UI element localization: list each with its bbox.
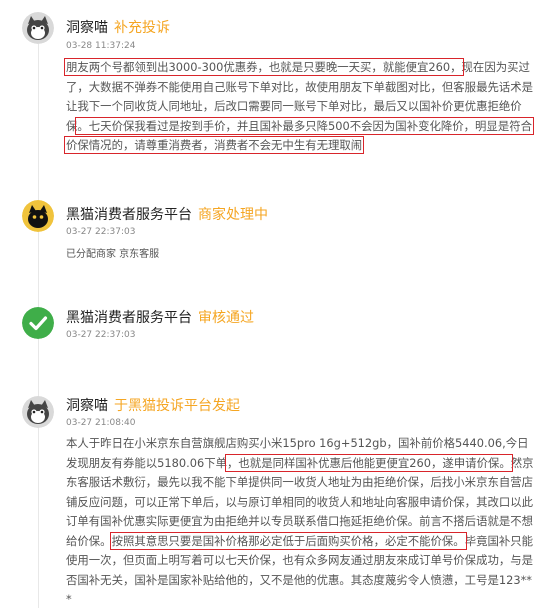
- username: 洞察喵: [66, 398, 108, 414]
- entry-header: 洞察喵 于黑猫投诉平台发起: [66, 395, 240, 415]
- status-label: 审核通过: [198, 310, 254, 326]
- username: 黑猫消费者服务平台: [66, 207, 192, 223]
- username: 黑猫消费者服务平台: [66, 310, 192, 326]
- avatar-cat-white: [22, 396, 54, 428]
- timestamp: 03-27 22:37:03: [66, 227, 136, 237]
- status-label: 补充投诉: [114, 20, 170, 36]
- timestamp: 03-27 21:08:40: [66, 418, 136, 428]
- complaint-text: 本人于昨日在小米京东自营旗舰店购买小米15pro 16g+512gb，国补前价格…: [66, 434, 536, 610]
- highlight-box: 朋友两个号都领到出3000-300优惠券，也就是只要晚一天买，就能便宜260，: [64, 58, 464, 76]
- avatar-cat-white: [22, 12, 54, 44]
- highlight-box: 按照其意思只要是国补价格那必定低于后面购买价格，必定不能价保。: [109, 531, 467, 550]
- entry-header: 黑猫消费者服务平台 审核通过: [66, 307, 254, 327]
- entry-header: 洞察喵 补充投诉: [66, 17, 170, 37]
- highlight-box: 。七天价保我看过是按到手价，并且国补最多只降500不会因为国补变化降价，明显是符…: [64, 116, 534, 154]
- assigned-merchant-text: 已分配商家 京东客服: [66, 249, 160, 260]
- username: 洞察喵: [66, 20, 108, 36]
- status-label: 于黑猫投诉平台发起: [114, 398, 240, 414]
- highlight-box: ，也就是同样国补优惠后他能更便宜260，遂申请价保。: [225, 453, 513, 472]
- timestamp: 03-27 22:37:03: [66, 330, 136, 340]
- check-icon: [22, 307, 54, 339]
- status-label: 商家处理中: [198, 207, 268, 223]
- timestamp: 03-28 11:37:24: [66, 41, 136, 51]
- complaint-text: 朋友两个号都领到出3000-300优惠券，也就是只要晚一天买，就能便宜260，现…: [64, 58, 536, 156]
- entry-header: 黑猫消费者服务平台 商家处理中: [66, 204, 268, 224]
- avatar-black-cat: [22, 200, 54, 232]
